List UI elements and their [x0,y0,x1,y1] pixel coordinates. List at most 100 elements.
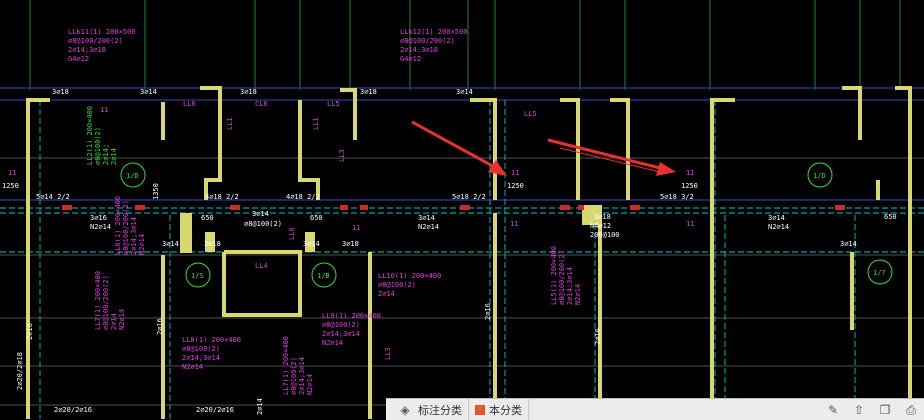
svg-text:3⌀18: 3⌀18 [204,240,221,248]
svg-text:LL6: LL6 [183,100,196,108]
svg-text:200@100: 200@100 [590,231,620,239]
svg-text:⌀8@100(2): ⌀8@100(2) [290,357,298,395]
svg-text:LLk11(1) 200×500: LLk11(1) 200×500 [68,28,135,36]
svg-text:2⌀14;3⌀14: 2⌀14;3⌀14 [566,267,574,305]
svg-text:⌀8@100/200(2): ⌀8@100/200(2) [558,250,566,305]
beam-label-ll6: LL6(1) 200×400 ⌀8@100/200(2) 2⌀14;3⌀14 N… [114,196,146,255]
svg-text:2⌀16: 2⌀16 [26,323,34,340]
svg-text:2⌀14;3⌀14: 2⌀14;3⌀14 [182,354,220,362]
svg-text:2⌀16: 2⌀16 [594,328,602,345]
svg-text:3⌀14: 3⌀14 [252,210,269,218]
svg-text:2⌀16: 2⌀16 [156,318,164,335]
svg-text:N2⌀14: N2⌀14 [768,223,789,231]
svg-text:2⌀14;3⌀14: 2⌀14;3⌀14 [130,217,138,255]
svg-text:2⌀20/2⌀16: 2⌀20/2⌀16 [54,406,92,414]
svg-text:1250: 1250 [507,182,524,190]
svg-text:CL6: CL6 [255,100,268,108]
svg-text:N2⌀14: N2⌀14 [138,234,146,255]
axis-bubble-1-7: 1/7 [867,259,893,285]
svg-text:650: 650 [884,213,897,221]
svg-text:2⌀14;: 2⌀14; [102,144,110,165]
svg-text:⌀8@100(2): ⌀8@100(2) [244,220,282,228]
toolbar-item-category-label: 标注分类 [418,403,462,417]
svg-text:LL7(1) 200×400: LL7(1) 200×400 [282,336,290,395]
svg-text:N2⌀14: N2⌀14 [306,374,314,395]
wall-caps [180,205,602,253]
svg-text:N4⌀12: N4⌀12 [590,222,611,230]
beam-label-llk11: LLk11(1) 200×500 ⌀8@100/200(2) 2⌀14;3⌀18… [68,28,135,63]
svg-text:3⌀14: 3⌀14 [418,214,435,222]
toolbar-item-category[interactable]: ◈ 标注分类 [386,399,469,420]
svg-text:LL5(1) 200×400: LL5(1) 200×400 [550,246,558,305]
svg-text:1/7: 1/7 [873,269,886,277]
axis-bubble-1s: 1/S [185,262,211,288]
svg-text:⌀8@100(2): ⌀8@100(2) [322,321,360,329]
svg-text:3⌀18: 3⌀18 [52,88,69,96]
toolbar-item-this-category-label: 本分类 [489,403,522,417]
svg-text:LL1: LL1 [312,117,320,130]
svg-text:2⌀14;3⌀18: 2⌀14;3⌀18 [400,46,438,54]
axis-lines [29,0,901,90]
layers-icon: ◈ [400,402,410,417]
svg-text:N2⌀14: N2⌀14 [574,284,582,305]
svg-text:3⌀18: 3⌀18 [240,88,257,96]
axis-bubble-1d: 1/D [120,162,146,188]
svg-text:4⌀18 2/2: 4⌀18 2/2 [205,193,239,201]
svg-text:1/S: 1/S [191,272,204,280]
annotation-arrows [411,120,676,176]
copy-icon[interactable]: ❐ [877,402,893,418]
svg-text:5⌀18 3/2: 5⌀18 3/2 [660,193,694,201]
svg-text:N2⌀14: N2⌀14 [418,223,439,231]
print-icon[interactable]: ⎙ [903,402,919,418]
svg-text:11: 11 [686,169,694,177]
svg-text:⌀8@100/200(2): ⌀8@100/200(2) [122,200,130,255]
edit-icon[interactable]: ✎ [825,402,841,418]
svg-text:⌀8@100(2): ⌀8@100(2) [94,127,102,165]
beam-label-ll7-mid: LL7(1) 200×400 ⌀8@100(2) 2⌀14;3⌀14 N2⌀14 [282,336,314,395]
dimension-texts: 1250 1250 1250 650 650 650 1350 [2,182,897,222]
svg-text:11: 11 [8,169,16,177]
svg-text:LL9(1) 200×400: LL9(1) 200×400 [322,312,381,320]
svg-text:N2⌀14: N2⌀14 [118,309,126,330]
svg-text:2⌀14: 2⌀14 [110,148,118,165]
svg-text:11: 11 [686,220,694,228]
svg-text:2⌀14;3⌀14: 2⌀14;3⌀14 [322,330,360,338]
svg-text:LL3: LL3 [338,149,346,162]
svg-text:2⌀16: 2⌀16 [484,303,492,320]
cad-drawing-canvas[interactable]: LLk11(1) 200×500 ⌀8@100/200(2) 2⌀14;3⌀18… [0,0,924,419]
svg-text:LL10(1) 200×400: LL10(1) 200×400 [378,272,441,280]
svg-text:3⌀14: 3⌀14 [456,88,473,96]
axis-bubble-1d-right: 1/D [807,162,833,188]
toolbar-item-this-category[interactable]: 本分类 [469,399,529,420]
beam-label-ll7-left: LL7(1) 200×400 ⌀8@100/200(2) 2⌀14 N2⌀14 [94,271,126,330]
svg-text:650: 650 [310,214,323,222]
svg-text:4⌀18 2/2: 4⌀18 2/2 [286,193,320,201]
svg-text:3⌀14: 3⌀14 [840,240,857,248]
svg-text:LL7(1) 200×400: LL7(1) 200×400 [94,271,102,330]
svg-text:N2⌀14: N2⌀14 [182,363,203,371]
svg-text:1/D: 1/D [813,172,826,180]
svg-text:3⌀18: 3⌀18 [594,213,611,221]
beam-lines [0,87,924,201]
upload-icon[interactable]: ⇧ [851,402,867,418]
svg-text:1250: 1250 [681,182,698,190]
svg-text:LL4: LL4 [255,262,268,270]
svg-text:N2⌀14: N2⌀14 [322,339,343,347]
walls [26,86,912,419]
svg-text:650: 650 [201,214,214,222]
svg-text:11: 11 [352,224,360,232]
svg-text:2⌀20/2⌀16: 2⌀20/2⌀16 [196,406,234,414]
svg-text:2⌀20/2⌀18: 2⌀20/2⌀18 [16,352,24,390]
svg-text:LL3: LL3 [384,347,392,360]
beam-label-ll10: LL10(1) 200×400 ⌀8@100(2) 2⌀14 [378,272,441,298]
svg-text:⌀8@100/200(2): ⌀8@100/200(2) [68,37,123,45]
svg-text:11: 11 [100,106,108,114]
svg-text:1/D: 1/D [126,172,139,180]
svg-text:LL5: LL5 [524,110,537,118]
svg-text:⌀8@100(2): ⌀8@100(2) [378,281,416,289]
axis-bubble-1b: 1/B [311,262,337,288]
svg-text:5⌀14 2/2: 5⌀14 2/2 [36,193,70,201]
svg-text:LLk12(1) 200×500: LLk12(1) 200×500 [400,28,467,36]
beam-label-ll9: LL9(1) 200×400 ⌀8@100(2) 2⌀14;3⌀14 N2⌀14 [322,312,381,347]
svg-text:⌀8@100(2): ⌀8@100(2) [182,345,220,353]
